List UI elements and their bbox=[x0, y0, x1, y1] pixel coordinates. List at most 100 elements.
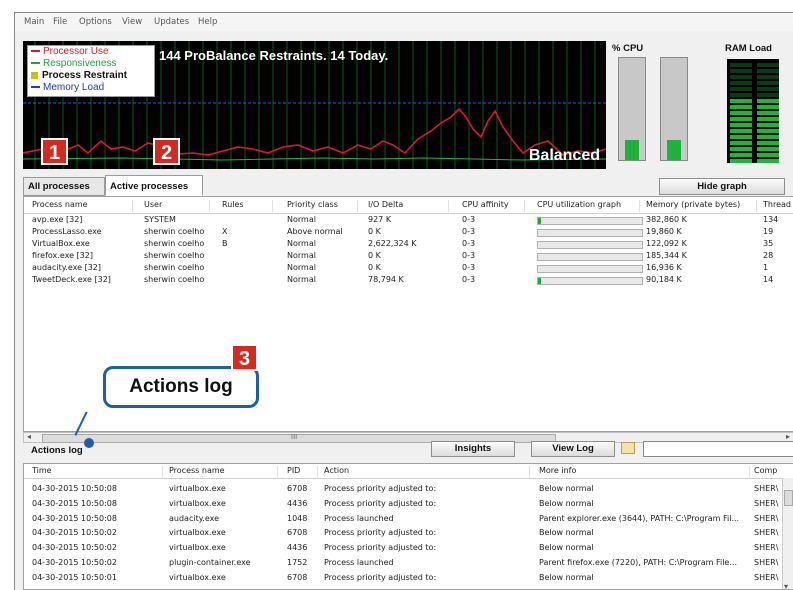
view-log-button[interactable]: View Log bbox=[531, 441, 615, 457]
table-cell: 19 bbox=[763, 227, 774, 236]
table-cell: 0-3 bbox=[462, 251, 476, 260]
table-cell: 0 K bbox=[368, 251, 381, 260]
table-cell: Above normal bbox=[287, 227, 343, 236]
menu-file[interactable]: File bbox=[53, 17, 67, 27]
search-folder-icon[interactable] bbox=[621, 442, 635, 454]
col-process-name[interactable]: Process name bbox=[32, 200, 133, 212]
ram-load-segment bbox=[757, 63, 779, 67]
log-cell: audacity.exe bbox=[169, 513, 220, 523]
col-io-delta[interactable]: I/O Delta bbox=[368, 200, 449, 212]
log-cell: Process priority adjusted to: bbox=[324, 484, 437, 493]
col-pid[interactable]: PID bbox=[287, 466, 318, 478]
log-row[interactable]: 04-30-2015 10:50:01 virtualbox.exe 6708 Pro… bbox=[24, 573, 793, 585]
col-log-process-name[interactable]: Process name bbox=[169, 466, 278, 478]
col-memory-private-bytes[interactable]: Memory (private bytes) bbox=[646, 200, 757, 212]
ram-load-segment bbox=[757, 93, 779, 97]
ram-load-segment bbox=[757, 105, 779, 109]
insights-button[interactable]: Insights bbox=[431, 441, 515, 457]
ram-load-segment bbox=[730, 81, 752, 85]
log-cell: virtualbox.exe bbox=[169, 498, 226, 508]
table-row[interactable]: VirtualBox.exe sherwin coelho B Normal 2,622… bbox=[24, 239, 793, 251]
actions-log-header: Actions log Insights View Log bbox=[23, 441, 793, 461]
table-cell: Normal bbox=[287, 263, 316, 272]
log-filter-input[interactable] bbox=[643, 441, 793, 457]
table-row[interactable]: audacity.exe [32] sherwin coelho Normal 0 K… bbox=[24, 263, 793, 275]
table-cell: sherwin coelho bbox=[144, 275, 205, 284]
table-cell: 122,092 K bbox=[646, 239, 687, 248]
table-cell: TweetDeck.exe [32] bbox=[32, 275, 111, 284]
legend-memory-load: Memory Load bbox=[31, 82, 154, 94]
log-cell: Process priority adjusted to: bbox=[324, 498, 437, 508]
hide-graph-button[interactable]: Hide graph bbox=[659, 178, 785, 195]
table-cell: 0-3 bbox=[462, 263, 476, 272]
log-cell: 04-30-2015 10:50:01 bbox=[32, 572, 117, 582]
log-row[interactable]: 04-30-2015 10:50:08 virtualbox.exe 6708 Pro… bbox=[24, 484, 793, 496]
callout-pointer-dot bbox=[84, 438, 94, 448]
ram-load-segment bbox=[757, 141, 779, 145]
col-computer[interactable]: Comp bbox=[754, 466, 782, 478]
menu-options[interactable]: Options bbox=[79, 17, 112, 27]
table-row[interactable]: avp.exe [32] SYSTEM Normal 927 K 0-3 382,860 … bbox=[24, 215, 793, 227]
cpu-utilization-bar bbox=[537, 253, 643, 261]
log-vertical-scrollbar[interactable]: ▾ bbox=[782, 478, 793, 589]
log-cell: Parent explorer.exe (3644), PATH: C:\Pro… bbox=[539, 513, 740, 523]
log-cell: Below normal bbox=[539, 484, 594, 493]
log-row[interactable]: 04-30-2015 10:50:02 virtualbox.exe 4436 Pro… bbox=[24, 543, 793, 555]
log-row[interactable]: 04-30-2015 10:50:08 virtualbox.exe 4436 Pro… bbox=[24, 499, 793, 511]
ram-load-segment bbox=[757, 75, 779, 79]
table-cell: 134 bbox=[763, 215, 779, 224]
ram-load-segment bbox=[757, 87, 779, 91]
log-cell: SHER\ bbox=[754, 572, 779, 582]
col-rules[interactable]: Rules bbox=[222, 200, 273, 212]
table-cell: avp.exe [32] bbox=[32, 215, 83, 224]
table-cell: Normal bbox=[287, 215, 316, 224]
col-cpu-affinity[interactable]: CPU affinity bbox=[462, 200, 525, 212]
table-cell: 927 K bbox=[368, 215, 392, 224]
log-cell: 6708 bbox=[287, 528, 308, 538]
table-cell: sherwin coelho bbox=[144, 227, 205, 236]
tab-all-processes[interactable]: All processes bbox=[23, 177, 105, 196]
table-cell: 0-3 bbox=[462, 227, 476, 236]
table-row[interactable]: ProcessLasso.exe sherwin coelho X Above nor… bbox=[24, 227, 793, 239]
balance-status: Balanced bbox=[528, 147, 600, 164]
col-time[interactable]: Time bbox=[32, 466, 163, 478]
table-cell: firefox.exe [32] bbox=[32, 251, 93, 260]
table-cell: sherwin coelho bbox=[144, 251, 205, 260]
col-user[interactable]: User bbox=[144, 200, 210, 212]
menu-view[interactable]: View bbox=[122, 17, 142, 27]
menu-main[interactable]: Main bbox=[24, 17, 44, 27]
table-cell: 78,794 K bbox=[368, 275, 404, 284]
log-cell: Below normal bbox=[539, 543, 594, 553]
table-cell: 16,936 K bbox=[646, 263, 682, 272]
col-threads[interactable]: Thread bbox=[763, 200, 793, 212]
log-scrollbar-thumb[interactable] bbox=[784, 490, 793, 506]
badge-2: 2 bbox=[153, 138, 180, 165]
ram-load-segment bbox=[730, 111, 752, 115]
scrollbar-grip: III bbox=[291, 433, 298, 441]
menu-help[interactable]: Help bbox=[198, 17, 217, 27]
table-cell: 185,344 K bbox=[646, 251, 687, 260]
probalance-headline: 144 ProBalance Restraints. 14 Today. bbox=[159, 48, 389, 63]
col-more-info[interactable]: More info bbox=[539, 466, 750, 478]
scroll-right-arrow-icon[interactable]: ▸ bbox=[786, 432, 790, 441]
col-action[interactable]: Action bbox=[324, 466, 530, 478]
scroll-left-arrow-icon[interactable]: ◂ bbox=[27, 432, 31, 441]
table-row[interactable]: firefox.exe [32] sherwin coelho Normal 0 K 0… bbox=[24, 251, 793, 263]
ram-load-segment bbox=[757, 129, 779, 133]
log-row[interactable]: 04-30-2015 10:50:02 plugin-container.exe 1… bbox=[24, 558, 793, 570]
ram-load-segment bbox=[730, 93, 752, 97]
ram-load-segment bbox=[730, 135, 752, 139]
table-row[interactable]: TweetDeck.exe [32] sherwin coelho Normal 78… bbox=[24, 275, 793, 287]
col-priority-class[interactable]: Priority class bbox=[287, 200, 358, 212]
ram-load-segment bbox=[730, 75, 752, 79]
col-cpu-utilization-graph[interactable]: CPU utilization graph bbox=[537, 200, 640, 212]
log-cell: Process launched bbox=[324, 558, 394, 567]
log-row[interactable]: 04-30-2015 10:50:08 audacity.exe 1048 Proce… bbox=[24, 514, 793, 526]
cpu-core-1-bar bbox=[618, 57, 646, 161]
log-cell: 04-30-2015 10:50:08 bbox=[32, 484, 117, 493]
menu-updates[interactable]: Updates bbox=[154, 17, 189, 27]
tab-active-processes[interactable]: Active processes bbox=[105, 175, 203, 196]
log-row[interactable]: 04-30-2015 10:50:02 virtualbox.exe 6708 Pro… bbox=[24, 528, 793, 540]
log-cell: 04-30-2015 10:50:02 bbox=[32, 543, 117, 553]
cpu-utilization-bar bbox=[537, 265, 643, 273]
